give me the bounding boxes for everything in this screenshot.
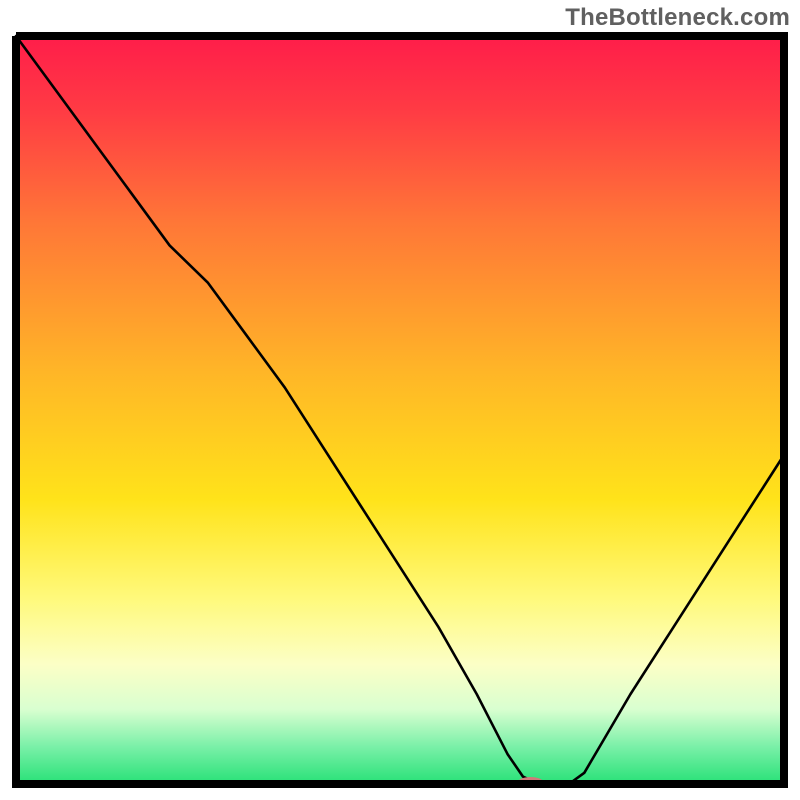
page-root: TheBottleneck.com — [0, 0, 800, 800]
gradient-background — [16, 36, 784, 784]
bottleneck-chart — [12, 32, 788, 788]
watermark-text: TheBottleneck.com — [565, 4, 790, 32]
chart-canvas — [12, 32, 788, 788]
